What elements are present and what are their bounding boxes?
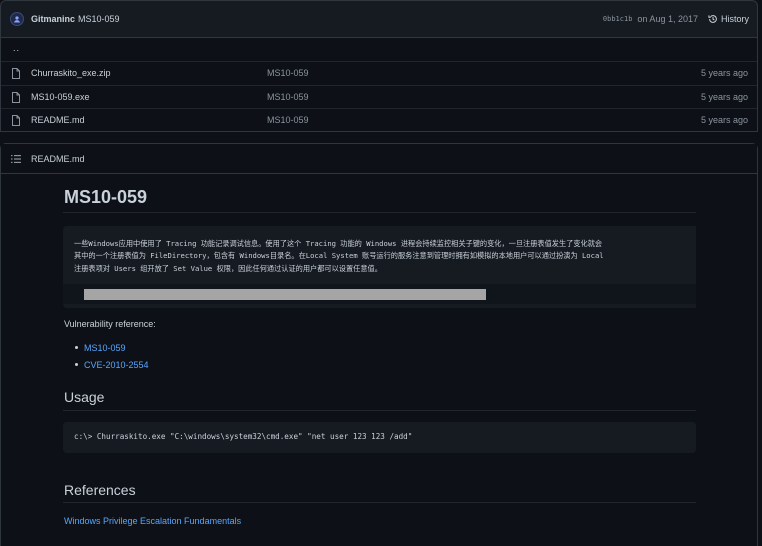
file-list: .. Churraskito_exe.zip MS10-059 5 years …	[0, 37, 758, 132]
file-name-link[interactable]: MS10-059.exe	[31, 92, 90, 102]
readme-title: MS10-059	[64, 187, 148, 207]
file-row[interactable]: README.md MS10-059 5 years ago	[1, 108, 757, 131]
parent-directory-link[interactable]: ..	[13, 43, 20, 53]
history-label: History	[720, 14, 749, 24]
list-item: CVE-2010-2554	[75, 360, 149, 377]
file-name-link[interactable]: README.md	[31, 115, 85, 125]
vulnerability-links-list: MS10-059 CVE-2010-2554	[75, 343, 149, 377]
ms10-059-link[interactable]: MS10-059	[84, 343, 126, 353]
commit-message-link[interactable]: MS10-059	[78, 14, 120, 24]
horizontal-scrollbar-thumb[interactable]	[84, 289, 486, 300]
author-avatar[interactable]	[10, 12, 24, 26]
list-item: MS10-059	[75, 343, 149, 360]
latest-commit-bar: Gitmaninc MS10-059 0bb1c1b on Aug 1, 201…	[0, 0, 758, 38]
readme-header: README.md	[1, 144, 757, 174]
file-commit-link[interactable]: MS10-059	[267, 115, 309, 125]
commit-date: on Aug 1, 2017	[637, 14, 698, 24]
file-commit-link[interactable]: MS10-059	[267, 92, 309, 102]
list-icon[interactable]	[11, 154, 21, 164]
file-age: 5 years ago	[700, 92, 748, 102]
file-commit-link[interactable]: MS10-059	[267, 68, 309, 78]
vulnerability-reference-label: Vulnerability reference:	[64, 319, 156, 329]
references-heading: References	[64, 482, 136, 498]
file-icon	[12, 68, 20, 79]
avatar-icon	[14, 16, 20, 23]
code-block-text: 一些Windows应用中使用了 Tracing 功能记录调试信息。使用了这个 T…	[74, 238, 604, 275]
readme-filename: README.md	[31, 153, 85, 164]
file-name-link[interactable]: Churraskito_exe.zip	[31, 68, 111, 78]
privilege-escalation-link[interactable]: Windows Privilege Escalation Fundamental…	[64, 516, 241, 526]
history-clock-icon	[708, 15, 717, 23]
usage-command: c:\> Churraskito.exe "C:\windows\system3…	[74, 432, 413, 441]
file-icon	[12, 92, 20, 103]
description-code-block[interactable]: 一些Windows应用中使用了 Tracing 功能记录调试信息。使用了这个 T…	[63, 226, 696, 308]
references-divider	[63, 502, 696, 503]
title-divider	[63, 212, 696, 213]
cve-2010-2554-link[interactable]: CVE-2010-2554	[84, 360, 149, 370]
commit-author-link[interactable]: Gitmaninc	[31, 14, 75, 24]
code-line: 其中的一个注册表值为 FileDirectory，包含有 Windows目录名。…	[74, 251, 604, 261]
file-icon	[12, 115, 20, 126]
parent-directory-row[interactable]: ..	[1, 38, 757, 61]
code-line: 一些Windows应用中使用了 Tracing 功能记录调试信息。使用了这个 T…	[74, 239, 603, 248]
usage-heading: Usage	[64, 389, 105, 405]
code-line: 注册表项对 Users 组开放了 Set Value 权限，因此任何通过认证的用…	[74, 263, 382, 273]
commit-sha-link[interactable]: 0bb1c1b	[603, 15, 633, 23]
readme-panel: README.md MS10-059 一些Windows应用中使用了 Traci…	[0, 143, 758, 546]
usage-divider	[63, 410, 696, 411]
history-button[interactable]: History	[708, 14, 749, 24]
file-age: 5 years ago	[700, 115, 748, 125]
usage-code-block[interactable]: c:\> Churraskito.exe "C:\windows\system3…	[63, 422, 696, 453]
file-row[interactable]: Churraskito_exe.zip MS10-059 5 years ago	[1, 61, 757, 84]
file-row[interactable]: MS10-059.exe MS10-059 5 years ago	[1, 85, 757, 108]
file-age: 5 years ago	[700, 68, 748, 78]
